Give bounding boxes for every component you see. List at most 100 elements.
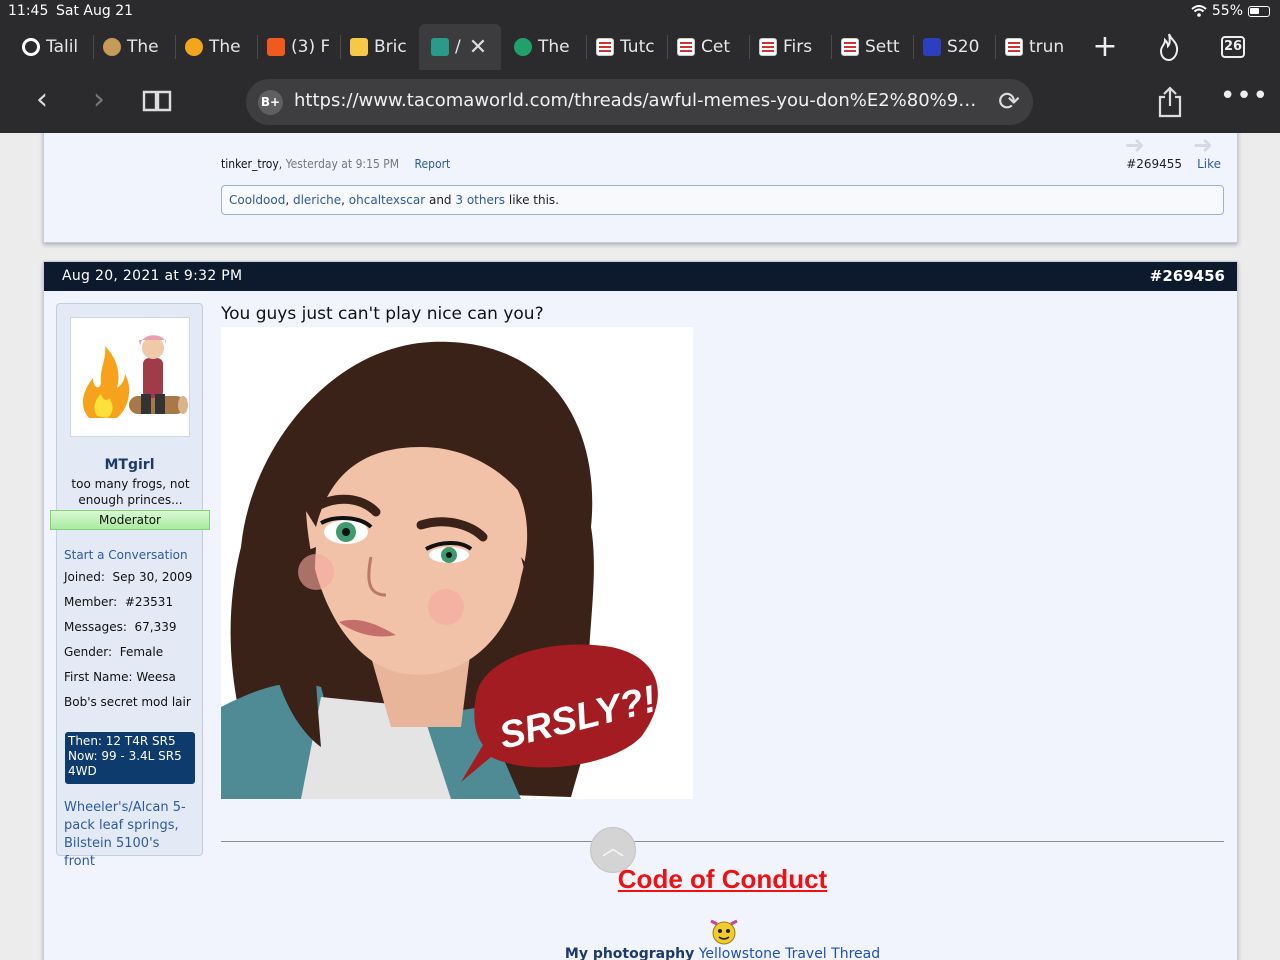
user-stats: Start a Conversation Joined: Sep 30, 200… <box>64 548 192 720</box>
prev-post-number[interactable]: #269455 <box>1126 157 1182 171</box>
post-date: Aug 20, 2021 at 9:32 PM <box>62 268 243 284</box>
browser-tab[interactable]: Cet <box>677 24 739 70</box>
tab-separator <box>340 35 341 59</box>
tab-separator <box>175 35 176 59</box>
prev-post-meta: tinker_troy, Yesterday at 9:15 PM Report <box>221 157 451 171</box>
browser-chrome: 11:45 Sat Aug 21 55% Talil The The (3) F Bri… <box>0 0 1280 133</box>
likes-tail: like this. <box>508 193 559 207</box>
avatar-campfire-image <box>82 335 188 418</box>
tab-separator <box>831 35 832 59</box>
more-dots-icon[interactable]: ••• <box>1220 83 1268 114</box>
start-conversation-link[interactable]: Start a Conversation <box>64 548 192 562</box>
forward-arrow-icon[interactable]: › <box>84 85 114 117</box>
tab-separator <box>749 35 750 59</box>
previous-post: ➜ ➜ tinker_troy, Yesterday at 9:15 PM Re… <box>43 133 1238 243</box>
post-permalink[interactable]: #269456 <box>1150 267 1225 285</box>
browser-tab[interactable]: Firs <box>759 24 821 70</box>
status-bar: 11:45 Sat Aug 21 55% <box>0 0 1280 24</box>
tab-separator <box>257 35 258 59</box>
tab-separator <box>93 35 94 59</box>
browser-tab[interactable]: / ✕ <box>419 24 501 70</box>
tab-separator <box>586 35 587 59</box>
likes-summary: Cooldood, dleriche, ohcaltexscar and 3 o… <box>221 185 1224 215</box>
share-icon[interactable] <box>1156 86 1184 118</box>
tab-label: Talil <box>46 37 79 57</box>
bee-icon <box>185 38 203 56</box>
bitmoji-image[interactable]: SRSLY?! <box>221 327 693 799</box>
reload-icon[interactable]: ⟳ <box>995 88 1023 116</box>
code-of-conduct-link[interactable]: Code of Conduct <box>221 864 1224 895</box>
browser-tab[interactable]: S20 <box>923 24 985 70</box>
user-stat-row: Joined: Sep 30, 2009 <box>64 570 193 584</box>
tab-label: Bric <box>374 37 407 57</box>
vehicle-badge: Then: 12 T4R SR5 Now: 99 - 3.4L SR5 4WD <box>65 732 195 784</box>
prev-post-arrows: ➜ ➜ <box>1125 133 1213 159</box>
right-arrow-icon[interactable]: ➜ <box>1193 133 1213 159</box>
tab-separator <box>667 35 668 59</box>
fire-icon[interactable] <box>1156 33 1182 61</box>
bookmarks-book-icon[interactable] <box>142 88 172 114</box>
user-stat-row: First Name: Weesa <box>64 670 176 684</box>
report-link[interactable]: Report <box>415 157 451 171</box>
browser-tab[interactable]: The <box>185 24 247 70</box>
browser-tab[interactable]: Bric <box>350 24 408 70</box>
s-logo-icon <box>923 38 941 56</box>
tab-label: Cet <box>701 37 730 57</box>
avatar[interactable] <box>70 317 190 437</box>
like-link[interactable]: Like <box>1197 157 1221 171</box>
new-tab-plus-icon[interactable]: + <box>1092 24 1118 70</box>
tab-label: / <box>455 37 461 57</box>
bplus-extension-icon[interactable]: B+ <box>258 90 283 115</box>
battery-icon <box>1248 5 1270 17</box>
prev-post-date[interactable]: Yesterday at 9:15 PM <box>286 157 399 171</box>
gear-icon <box>22 38 40 56</box>
tab-separator <box>995 35 996 59</box>
liker-link[interactable]: ohcaltexscar <box>349 193 425 207</box>
prev-post-controls: #269455 Like <box>1126 157 1221 171</box>
prev-post-author[interactable]: tinker_troy <box>221 157 279 171</box>
user-title: too many frogs, not enough princes... <box>71 477 190 507</box>
status-indicators: 55% <box>1191 3 1270 19</box>
liker-link[interactable]: dleriche <box>293 193 341 207</box>
address-bar[interactable]: B+ https://www.tacomaworld.com/threads/a… <box>246 79 1033 125</box>
browser-tab[interactable]: (3) F <box>267 24 329 70</box>
username[interactable]: MTgirl <box>57 457 202 473</box>
back-arrow-icon[interactable]: ‹ <box>27 85 57 117</box>
browser-tab[interactable]: The <box>514 24 576 70</box>
tab-label: S20 <box>947 37 980 57</box>
tab-label: Firs <box>783 37 813 57</box>
post-header: Aug 20, 2021 at 9:32 PM #269456 <box>44 262 1237 291</box>
user-info-panel: MTgirl too many frogs, not enough prince… <box>50 303 210 869</box>
moderator-badge: Moderator <box>50 510 210 530</box>
browser-tab[interactable]: trun <box>1005 24 1067 70</box>
tab-label: Sett <box>865 37 900 57</box>
smiley-emoji-icon <box>710 919 738 945</box>
tab-label: trun <box>1029 37 1065 57</box>
battery-percent: 55% <box>1211 3 1243 19</box>
liker-link[interactable]: Cooldood <box>229 193 285 207</box>
vehicle-mods-link[interactable]: Wheeler's/Alcan 5-pack leaf springs, Bil… <box>64 799 194 871</box>
tab-label: The <box>127 37 159 57</box>
tab-separator <box>913 35 914 59</box>
wifi-icon <box>1191 5 1207 17</box>
page-icon <box>596 38 614 56</box>
tab-count-button[interactable]: 26 <box>1221 36 1245 58</box>
others-link[interactable]: 3 others <box>455 193 505 207</box>
url-text[interactable]: https://www.tacomaworld.com/threads/awfu… <box>294 90 984 111</box>
browser-tab[interactable]: The <box>103 24 165 70</box>
tab-label: (3) F <box>291 37 329 57</box>
status-time: 11:45 <box>8 3 49 19</box>
browser-tab[interactable]: Sett <box>841 24 903 70</box>
browser-tab[interactable]: Talil <box>22 24 82 70</box>
left-arrow-icon[interactable]: ➜ <box>1125 133 1145 159</box>
close-tab-icon[interactable]: ✕ <box>469 35 487 60</box>
tacomaworld-icon <box>431 38 449 56</box>
yellowstone-thread-link[interactable]: Yellowstone Travel Thread <box>699 946 880 960</box>
photography-label[interactable]: My photography <box>565 946 694 960</box>
hexagon-icon <box>350 38 368 56</box>
signature-links: My photography Yellowstone Travel Thread <box>221 946 1224 960</box>
user-stat-row: Gender: Female <box>64 645 164 659</box>
browser-tab[interactable]: Tutc <box>596 24 658 70</box>
post: Aug 20, 2021 at 9:32 PM #269456 MTgirl t <box>43 261 1238 960</box>
page-icon <box>1005 38 1023 56</box>
